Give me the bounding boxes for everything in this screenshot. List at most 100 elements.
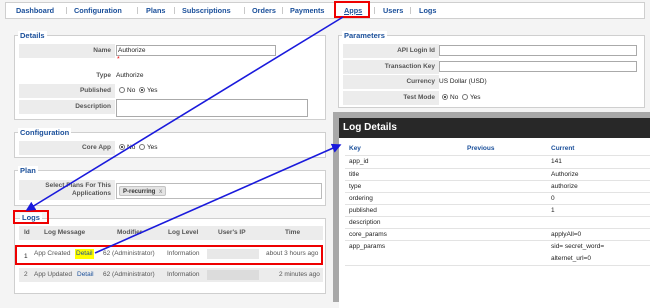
plan-panel: Select Plans For This Applications P-rec…	[14, 170, 326, 206]
test-mode-yes-label: Yes	[469, 94, 481, 101]
nav-plans[interactable]: Plans	[146, 3, 165, 18]
core-app-yes-radio[interactable]	[138, 144, 145, 150]
log-id: 2	[24, 271, 28, 278]
list-item: ordering 0	[345, 193, 650, 204]
log-row-highlight	[15, 245, 323, 265]
col-previous: Previous	[467, 145, 495, 152]
nav-separator	[174, 7, 175, 14]
logs-header-row: Id Log Message Modifier Log Level User's…	[19, 226, 323, 240]
table-row: 2 App Updated Detail 62 (Administrator) …	[19, 268, 323, 282]
nav-configuration[interactable]: Configuration	[74, 3, 122, 18]
col-log-level: Log Level	[168, 229, 199, 236]
list-item: alternet_url=0	[345, 253, 650, 264]
log-level: Information	[167, 271, 200, 278]
api-login-input[interactable]	[439, 45, 637, 56]
test-mode-no-radio[interactable]	[442, 94, 448, 100]
detail-current: 0	[551, 195, 555, 202]
col-modifier: Modifier	[117, 229, 143, 236]
apps-tab-highlight	[334, 1, 370, 18]
nav-subscriptions[interactable]: Subscriptions	[182, 3, 231, 18]
published-yes-radio[interactable]	[138, 87, 145, 93]
plan-select-label: Select Plans For This Applications	[45, 182, 111, 198]
test-mode-no-label: No	[450, 94, 459, 101]
plan-chip: P-recurring x	[119, 186, 167, 196]
list-item: app_params sid= secret_word=	[345, 241, 650, 252]
name-row-label-bg: Name	[19, 44, 115, 58]
type-row: Type	[19, 69, 115, 83]
type-label: Type	[96, 72, 111, 79]
nav-separator	[244, 7, 245, 14]
published-label: Published	[79, 87, 111, 94]
detail-current: 1	[551, 207, 555, 214]
name-input[interactable]: Authorize	[116, 45, 276, 56]
col-users-ip: User's IP	[218, 229, 246, 236]
plan-legend: Plan	[18, 166, 38, 175]
list-item: app_id 141	[345, 156, 650, 167]
list-item: core_params applyAll=0	[345, 229, 650, 240]
nav-payments[interactable]: Payments	[290, 3, 324, 18]
log-detail-link[interactable]: Detail	[77, 268, 94, 282]
published-no-radio[interactable]	[119, 87, 125, 93]
log-message: App Updated	[34, 271, 72, 278]
logs-legend-highlight	[13, 210, 49, 224]
detail-current: authorize	[551, 183, 578, 190]
currency-label: Currency	[406, 78, 435, 85]
nav-separator	[66, 7, 67, 14]
detail-current: sid= secret_word=	[551, 243, 605, 250]
detail-key: ordering	[349, 195, 373, 202]
core-app-yes-label: Yes	[146, 144, 158, 151]
name-label: Name	[93, 47, 111, 54]
detail-current: 141	[551, 158, 562, 165]
remove-chip-icon[interactable]: x	[159, 189, 162, 195]
core-app-label: Core App	[81, 144, 111, 151]
nav-dashboard[interactable]: Dashboard	[16, 3, 54, 18]
parameters-legend: Parameters	[342, 31, 387, 40]
details-panel: Name Authorize * Type Authorize Publishe…	[14, 35, 326, 120]
list-item: description	[345, 217, 650, 228]
detail-key: description	[349, 219, 381, 226]
plan-multiselect[interactable]: P-recurring x	[116, 183, 322, 199]
log-users-ip	[207, 270, 259, 280]
configuration-legend: Configuration	[18, 128, 72, 137]
detail-current: Authorize	[551, 171, 579, 178]
transaction-key-input[interactable]	[439, 61, 637, 72]
test-mode-yes-radio[interactable]	[461, 94, 468, 100]
detail-key: core_params	[349, 231, 387, 238]
dialog-body: Key Previous Current app_id 141 title Au…	[339, 138, 650, 308]
divider	[345, 265, 650, 266]
detail-key: title	[349, 171, 360, 178]
core-app-no-radio[interactable]	[119, 144, 125, 150]
col-key: Key	[349, 145, 361, 152]
nav-separator	[137, 7, 138, 14]
published-radio-group: No Yes	[119, 84, 158, 98]
nav-logs[interactable]: Logs	[419, 3, 436, 18]
test-mode-radio-group: No Yes	[442, 91, 481, 105]
api-login-row: API Login Id	[343, 44, 439, 58]
plan-select-row: Select Plans For This Applications	[19, 180, 115, 200]
api-login-label: API Login Id	[397, 47, 435, 54]
published-row: Published	[19, 84, 115, 98]
details-legend: Details	[18, 31, 47, 40]
list-item: title Authorize	[345, 169, 650, 180]
detail-key: app_id	[349, 158, 369, 165]
detail-key: app_params	[349, 243, 386, 250]
nav-users[interactable]: Users	[383, 3, 403, 18]
detail-key: type	[349, 183, 362, 190]
test-mode-row: Test Mode	[343, 91, 439, 105]
transaction-key-row: Transaction Key	[343, 60, 439, 74]
col-id: Id	[24, 229, 30, 236]
currency-value: US Dollar (USD)	[439, 78, 487, 85]
list-item: published 1	[345, 205, 650, 216]
nav-separator	[410, 7, 411, 14]
detail-current: applyAll=0	[551, 231, 582, 238]
core-app-row: Core App	[19, 141, 115, 155]
core-app-radio-group: No Yes	[119, 141, 158, 155]
currency-row: Currency	[343, 75, 439, 89]
description-textarea[interactable]	[116, 99, 308, 117]
test-mode-label: Test Mode	[403, 94, 435, 101]
log-details-header-row: Key Previous Current	[345, 143, 650, 154]
core-app-no-label: No	[127, 144, 136, 151]
col-current: Current	[551, 145, 575, 152]
nav-separator	[374, 7, 375, 14]
nav-orders[interactable]: Orders	[252, 3, 276, 18]
